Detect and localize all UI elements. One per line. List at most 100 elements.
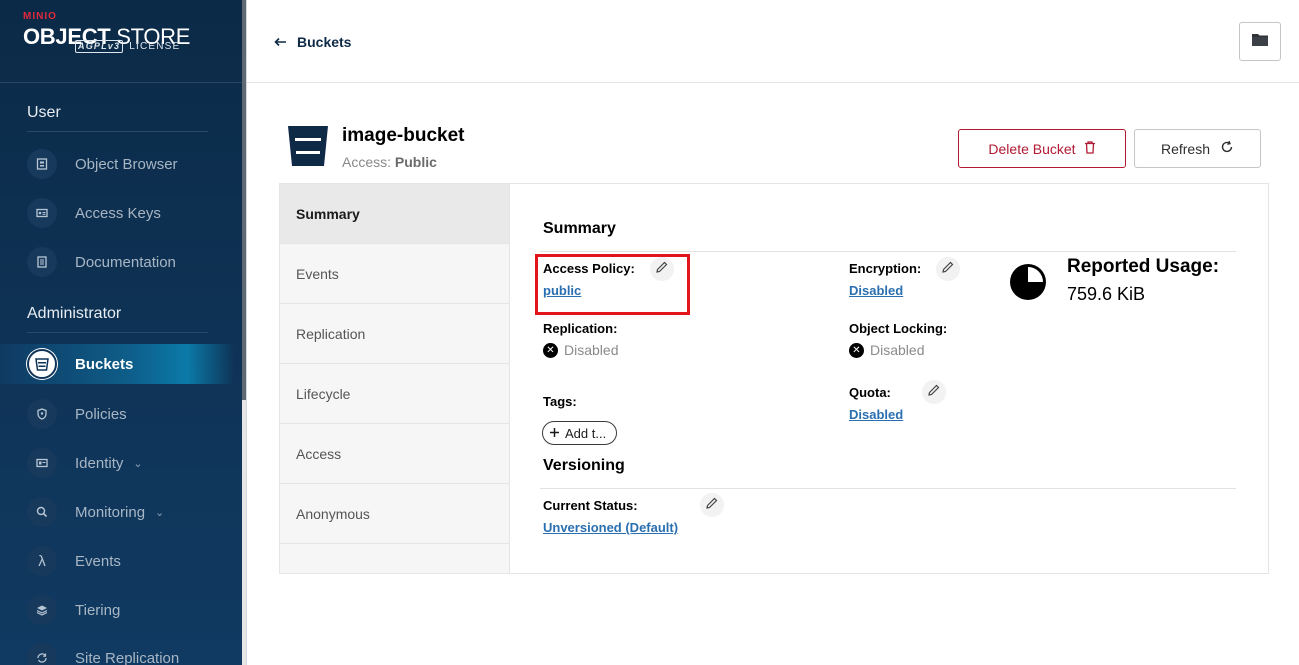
chevron-down-icon: ⌄	[133, 457, 143, 470]
summary-divider	[540, 251, 1236, 252]
pencil-icon	[941, 260, 955, 279]
object-locking-label: Object Locking:	[849, 321, 948, 336]
section-divider	[27, 131, 208, 132]
replication-status: ✕ Disabled	[543, 342, 618, 358]
object-locking-status: ✕ Disabled	[849, 342, 924, 358]
logo-divider	[0, 82, 242, 83]
bucket-tabs: Summary Events Replication Lifecycle Acc…	[280, 184, 510, 573]
access-keys-icon	[27, 198, 57, 228]
trash-icon	[1084, 140, 1096, 157]
replication-label: Replication:	[543, 321, 618, 336]
license-text: LICENSE	[129, 41, 181, 52]
section-title-user: User	[27, 104, 61, 121]
tab-lifecycle[interactable]: Lifecycle	[280, 364, 509, 424]
agpl-badge: AGPLv3	[75, 40, 124, 53]
encryption-link[interactable]: Disabled	[849, 283, 903, 298]
tab-access[interactable]: Access	[280, 424, 509, 484]
quota-label: Quota:	[849, 385, 891, 400]
folder-button[interactable]	[1239, 22, 1281, 61]
sidebar-item-label: Buckets	[75, 355, 134, 373]
section-divider	[27, 332, 208, 333]
tab-summary[interactable]: Summary	[280, 184, 509, 244]
add-tag-button[interactable]: Add t...	[542, 421, 618, 445]
refresh-button[interactable]: Refresh	[1134, 129, 1261, 168]
pencil-icon	[705, 496, 719, 515]
license-badge: AGPLv3 LICENSE	[75, 40, 180, 53]
site-replication-icon	[27, 643, 57, 665]
edit-versioning-button[interactable]	[700, 493, 724, 517]
plus-icon	[549, 426, 560, 441]
sidebar-item-identity[interactable]: Identity ⌄	[0, 443, 242, 483]
pencil-icon	[655, 260, 669, 279]
tab-events[interactable]: Events	[280, 244, 509, 304]
sidebar-item-label: Documentation	[75, 253, 176, 271]
bucket-access: Access: Public	[342, 154, 437, 170]
object-locking-value: Disabled	[870, 342, 925, 358]
tab-replication[interactable]: Replication	[280, 304, 509, 364]
arrow-left-icon	[274, 34, 287, 50]
sidebar-item-documentation[interactable]: Documentation	[0, 242, 242, 282]
sidebar-item-monitoring[interactable]: Monitoring ⌄	[0, 492, 242, 532]
sidebar-item-label: Identity	[75, 454, 124, 472]
replication-value: Disabled	[564, 342, 619, 358]
versioning-title: Versioning	[543, 457, 625, 474]
summary-title: Summary	[543, 220, 616, 237]
versioning-divider	[540, 488, 1236, 489]
sidebar-item-object-browser[interactable]: Object Browser	[0, 144, 242, 184]
sidebar-item-site-replication[interactable]: Site Replication	[0, 638, 242, 665]
add-tag-label: Add t...	[565, 425, 607, 441]
sidebar-item-policies[interactable]: Policies	[0, 394, 242, 434]
monitoring-icon	[27, 497, 57, 527]
back-to-buckets-link[interactable]: Buckets	[274, 34, 351, 50]
edit-access-policy-button[interactable]	[650, 257, 674, 281]
close-circle-icon: ✕	[543, 342, 558, 358]
delete-bucket-button[interactable]: Delete Bucket	[958, 129, 1126, 168]
bucket-access-label: Access:	[342, 154, 392, 170]
policy-shield-icon	[27, 399, 57, 429]
sidebar-item-buckets[interactable]: Buckets	[0, 344, 234, 384]
documentation-icon	[27, 247, 57, 277]
refresh-icon	[1220, 140, 1234, 157]
close-circle-icon: ✕	[849, 342, 864, 358]
top-bar: Buckets	[247, 0, 1299, 83]
delete-bucket-label: Delete Bucket	[988, 140, 1076, 157]
sidebar-item-label: Monitoring	[75, 503, 146, 521]
access-policy-link[interactable]: public	[543, 283, 581, 298]
sidebar-item-label: Tiering	[75, 601, 121, 619]
lambda-icon: λ	[27, 546, 57, 576]
current-status-label: Current Status:	[543, 498, 638, 513]
sidebar-item-tiering[interactable]: Tiering	[0, 590, 242, 630]
object-browser-icon	[27, 149, 57, 179]
chevron-down-icon: ⌄	[155, 506, 165, 519]
back-label: Buckets	[297, 34, 352, 50]
quota-link[interactable]: Disabled	[849, 407, 903, 422]
edit-quota-button[interactable]	[922, 380, 946, 404]
pencil-icon	[927, 383, 941, 402]
bucket-access-value: Public	[394, 154, 437, 170]
versioning-status-link[interactable]: Unversioned (Default)	[543, 520, 678, 535]
section-title-administrator: Administrator	[27, 305, 122, 322]
folder-icon	[1251, 32, 1269, 52]
sidebar-item-access-keys[interactable]: Access Keys	[0, 193, 242, 233]
bucket-icon	[27, 349, 57, 379]
bucket-detail-panel: Summary Events Replication Lifecycle Acc…	[279, 183, 1269, 574]
encryption-label: Encryption:	[849, 261, 922, 276]
usage-pie-icon	[1009, 263, 1047, 306]
edit-encryption-button[interactable]	[936, 257, 960, 281]
identity-icon	[27, 448, 57, 478]
tags-label: Tags:	[543, 394, 577, 409]
sidebar-item-events[interactable]: λ Events	[0, 541, 242, 581]
bucket-name: image-bucket	[342, 125, 465, 146]
logo-brand: MINIO	[23, 11, 57, 22]
sidebar-edge	[246, 0, 247, 665]
tiering-layers-icon	[27, 595, 57, 625]
bucket-large-icon	[287, 125, 329, 172]
tab-anonymous[interactable]: Anonymous	[280, 484, 509, 544]
sidebar: MINIO OBJECT STORE AGPLv3 LICENSE User O…	[0, 0, 242, 665]
sidebar-item-label: Object Browser	[75, 155, 178, 173]
summary-content: Summary Access Policy: public Encryption…	[510, 184, 1268, 573]
sidebar-item-label: Access Keys	[75, 204, 161, 222]
access-policy-label: Access Policy:	[543, 261, 635, 276]
refresh-label: Refresh	[1160, 140, 1211, 157]
sidebar-item-label: Policies	[75, 405, 127, 423]
